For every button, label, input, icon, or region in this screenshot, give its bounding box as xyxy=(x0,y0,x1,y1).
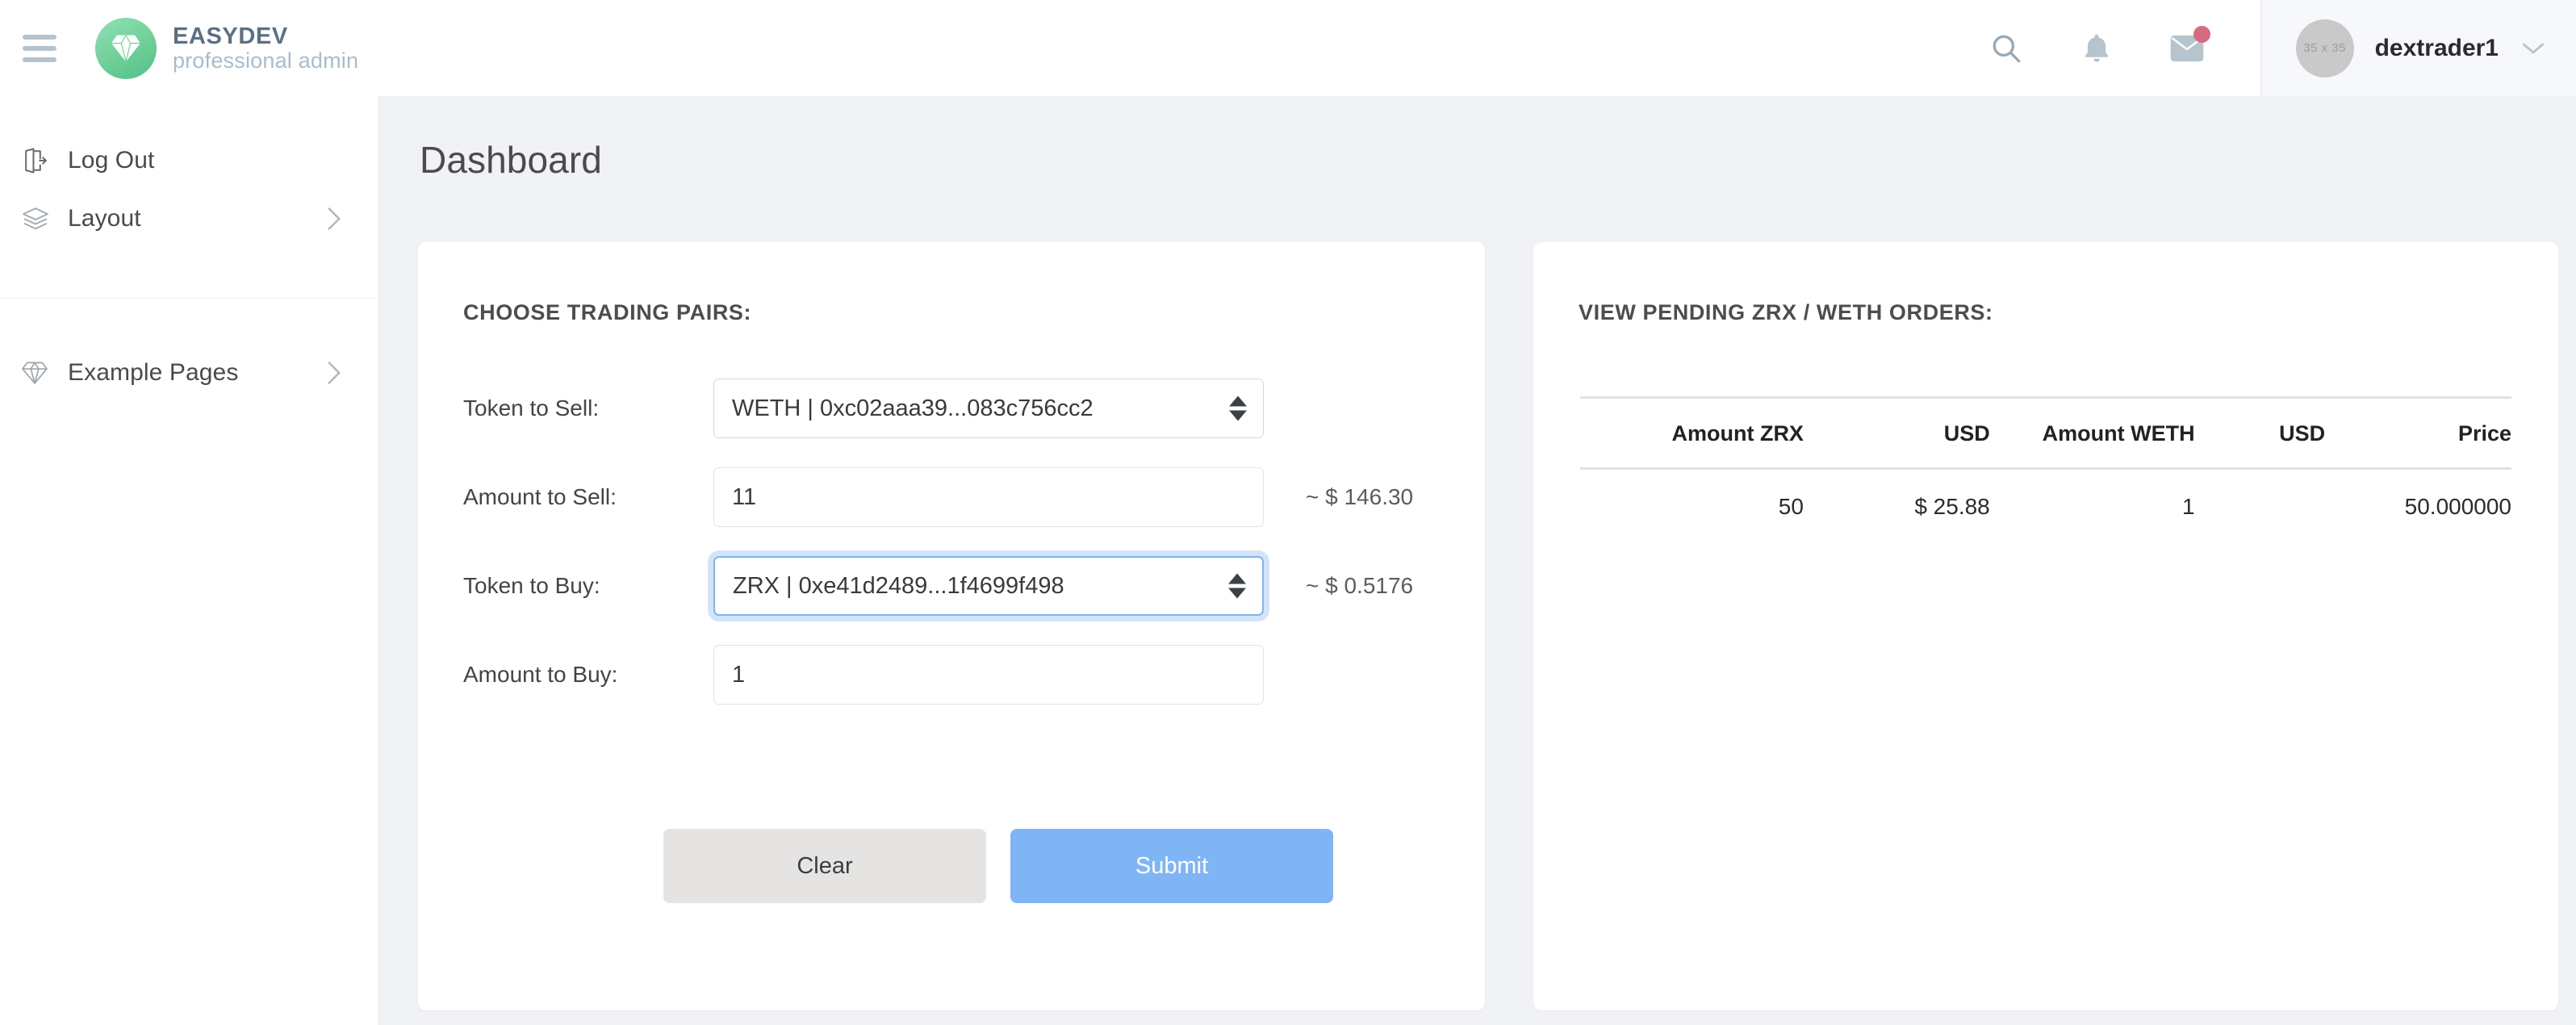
sidebar-item-example-pages[interactable]: Example Pages xyxy=(0,344,378,402)
sidebar-item-label: Layout xyxy=(68,205,141,232)
main-content: Dashboard CHOOSE TRADING PAIRS: Token to… xyxy=(379,96,2576,1025)
amount-to-sell-input[interactable]: 11 xyxy=(713,467,1264,527)
amount-to-buy-input[interactable]: 1 xyxy=(713,645,1264,705)
amount-to-buy-value: 1 xyxy=(732,661,746,688)
app-header: EASYDEV professional admin 35 x 35 dextr… xyxy=(0,0,2576,96)
cell-usd-zrx: $ 25.88 xyxy=(1914,494,1990,519)
hamburger-icon[interactable] xyxy=(23,34,60,62)
token-to-buy-label: Token to Buy: xyxy=(463,573,600,598)
brand-subtitle: professional admin xyxy=(173,48,359,73)
token-to-sell-label: Token to Sell: xyxy=(463,395,600,420)
pending-orders-table-wrap: Amount ZRX USD Amount WETH USD Price 50 … xyxy=(1533,325,2558,542)
cell-usd-weth xyxy=(2195,469,2326,543)
column-header-price[interactable]: Price xyxy=(2325,396,2511,470)
trading-form: Token to Sell: WETH | 0xc02aaa39...083c7… xyxy=(418,325,1485,903)
chevron-right-icon[interactable] xyxy=(325,360,343,386)
sidebar-item-log-out[interactable]: Log Out xyxy=(0,132,378,190)
hamburger-bar xyxy=(23,45,56,51)
hamburger-bar xyxy=(23,34,56,40)
avatar: 35 x 35 xyxy=(2295,19,2354,77)
table-row[interactable]: 50 $ 25.88 1 50.000000 xyxy=(1580,469,2511,543)
trading-pairs-card: CHOOSE TRADING PAIRS: Token to Sell: WET… xyxy=(418,242,1485,1010)
cell-amount-zrx: 50 xyxy=(1778,494,1804,519)
chevron-down-icon[interactable] xyxy=(2521,40,2545,56)
trading-pairs-heading: CHOOSE TRADING PAIRS: xyxy=(463,300,752,324)
sidebar-item-label: Example Pages xyxy=(68,359,239,386)
token-to-sell-value: WETH | 0xc02aaa39...083c756cc2 xyxy=(732,395,1094,421)
mail-badge xyxy=(2193,25,2210,43)
column-header-usd-zrx[interactable]: USD xyxy=(1803,396,1990,470)
amount-to-sell-value: 11 xyxy=(732,483,757,510)
cell-price: 50.000000 xyxy=(2404,494,2511,519)
amount-to-buy-label: Amount to Buy: xyxy=(463,662,618,687)
table-header: Amount ZRX USD Amount WETH USD Price xyxy=(1580,396,2511,470)
clear-button[interactable]: Clear xyxy=(663,829,986,903)
diamond-icon xyxy=(21,361,56,385)
bell-icon[interactable] xyxy=(2064,15,2130,82)
chevron-right-icon[interactable] xyxy=(325,206,343,232)
brand-name: EASYDEV xyxy=(173,23,288,49)
token-to-buy-select[interactable]: ZRX | 0xe41d2489...1f4699f498 xyxy=(713,556,1264,616)
pending-orders-card: VIEW PENDING ZRX / WETH ORDERS: Amount Z… xyxy=(1533,242,2558,1010)
amount-to-sell-label: Amount to Sell: xyxy=(463,484,617,509)
sidebar-item-layout[interactable]: Layout xyxy=(0,190,378,248)
token-to-sell-select[interactable]: WETH | 0xc02aaa39...083c756cc2 xyxy=(713,379,1264,438)
cell-amount-weth: 1 xyxy=(2182,494,2195,519)
user-name: dextrader1 xyxy=(2374,34,2499,61)
table-header-row: Amount ZRX USD Amount WETH USD Price xyxy=(1580,396,2511,470)
token-to-buy-value: ZRX | 0xe41d2489...1f4699f498 xyxy=(733,572,1064,599)
user-menu[interactable]: 35 x 35 dextrader1 xyxy=(2260,0,2576,96)
table-body: 50 $ 25.88 1 50.000000 xyxy=(1580,469,2511,543)
page-title: Dashboard xyxy=(420,139,602,181)
form-row-amount-to-buy: Amount to Buy: 1 xyxy=(463,630,1485,719)
header-actions: 35 x 35 dextrader1 xyxy=(1973,0,2576,96)
column-header-amount-zrx[interactable]: Amount ZRX xyxy=(1580,396,1804,470)
pending-orders-heading: VIEW PENDING ZRX / WETH ORDERS: xyxy=(1579,300,1993,324)
search-icon[interactable] xyxy=(1973,15,2039,82)
layers-icon xyxy=(21,206,56,232)
form-row-token-to-sell: Token to Sell: WETH | 0xc02aaa39...083c7… xyxy=(463,364,1485,453)
sidebar: Log Out Layout Example Pages xyxy=(0,96,379,1025)
form-row-amount-to-sell: Amount to Sell: 11 ~ $ 146.30 xyxy=(463,453,1485,542)
brand-logo-group[interactable]: EASYDEV professional admin xyxy=(95,17,359,79)
cards-container: CHOOSE TRADING PAIRS: Token to Sell: WET… xyxy=(418,242,2576,1010)
logout-icon xyxy=(21,147,56,174)
column-header-usd-weth[interactable]: USD xyxy=(2194,396,2326,470)
diamond-icon xyxy=(95,17,157,79)
form-actions: Clear Submit xyxy=(663,829,1485,903)
hamburger-bar xyxy=(23,56,56,62)
form-row-token-to-buy: Token to Buy: ZRX | 0xe41d2489...1f4699f… xyxy=(463,542,1485,630)
mail-icon[interactable] xyxy=(2154,15,2220,82)
token-to-buy-hint: ~ $ 0.5176 xyxy=(1306,573,1414,598)
pending-orders-table: Amount ZRX USD Amount WETH USD Price 50 … xyxy=(1580,396,2511,542)
select-spinner-icon xyxy=(1228,573,1246,599)
column-header-amount-weth[interactable]: Amount WETH xyxy=(1989,396,2195,470)
amount-to-sell-hint: ~ $ 146.30 xyxy=(1306,484,1414,509)
submit-button[interactable]: Submit xyxy=(1010,829,1333,903)
sidebar-item-label: Log Out xyxy=(68,147,155,174)
select-spinner-icon xyxy=(1229,395,1247,421)
